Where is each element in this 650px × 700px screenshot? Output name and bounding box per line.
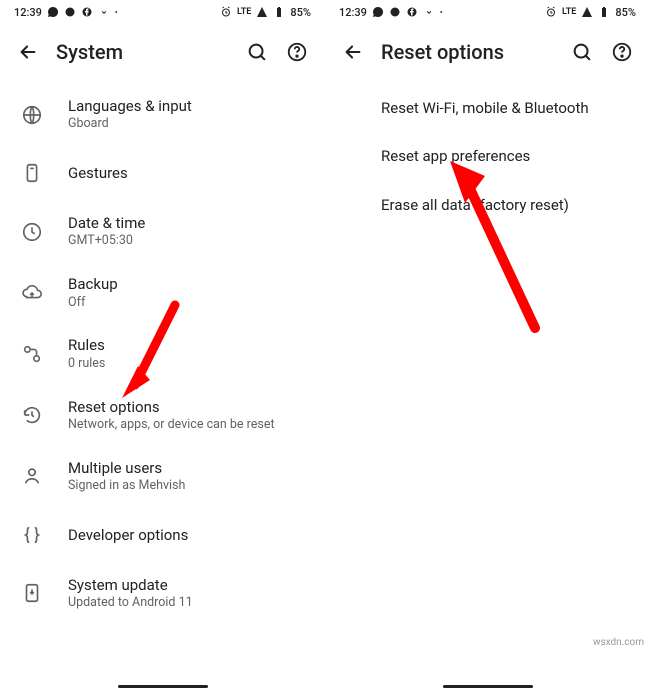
screen-reset-options: 12:39 • LTE 85% Reset options Reset Wi <box>325 0 650 700</box>
list-item-gestures[interactable]: Gestures <box>0 145 325 201</box>
list-item-reset-app-preferences[interactable]: Reset app preferences <box>325 132 650 180</box>
item-title: Developer options <box>68 525 309 545</box>
settings-list: Languages & input Gboard Gestures Date &… <box>0 80 325 672</box>
item-title: Gestures <box>68 163 309 183</box>
clock-icon <box>20 220 44 244</box>
signal-icon <box>581 6 593 18</box>
rules-icon <box>20 342 44 366</box>
list-item-rules[interactable]: Rules 0 rules <box>0 323 325 384</box>
page-title: System <box>48 40 237 64</box>
item-title: Reset app preferences <box>381 146 530 166</box>
status-battery-pct: 85% <box>615 6 636 19</box>
list-item-reset-wifi[interactable]: Reset Wi-Fi, mobile & Bluetooth <box>325 84 650 132</box>
status-battery-pct: 85% <box>290 6 311 19</box>
status-time: 12:39 <box>339 6 367 19</box>
item-title: Multiple users <box>68 458 309 478</box>
back-button[interactable] <box>333 32 373 72</box>
system-update-icon <box>20 581 44 605</box>
cloud-upload-icon <box>20 281 44 305</box>
status-bar: 12:39 • LTE 85% <box>0 0 325 24</box>
list-item-date-time[interactable]: Date & time GMT+05:30 <box>0 201 325 262</box>
item-sub: Off <box>68 295 309 312</box>
globe-icon <box>20 103 44 127</box>
item-title: System update <box>68 575 309 595</box>
download-icon <box>98 6 110 18</box>
list-item-developer-options[interactable]: Developer options <box>0 507 325 563</box>
help-button[interactable] <box>602 32 642 72</box>
item-sub: Network, apps, or device can be reset <box>68 417 309 434</box>
item-title: Erase all data (factory reset) <box>381 195 569 215</box>
back-button[interactable] <box>8 32 48 72</box>
help-button[interactable] <box>277 32 317 72</box>
nav-bar <box>0 672 325 700</box>
screen-system: 12:39 • LTE 85% System <box>0 0 325 700</box>
item-title: Reset Wi-Fi, mobile & Bluetooth <box>381 98 589 118</box>
list-item-system-update[interactable]: System update Updated to Android 11 <box>0 563 325 624</box>
nav-bar <box>325 672 650 700</box>
gesture-icon <box>20 161 44 185</box>
item-title: Languages & input <box>68 96 309 116</box>
item-sub: Signed in as Mehvish <box>68 478 309 495</box>
reset-list: Reset Wi-Fi, mobile & Bluetooth Reset ap… <box>325 80 650 672</box>
page-title: Reset options <box>373 40 562 64</box>
item-sub: 0 rules <box>68 356 309 373</box>
list-item-languages-input[interactable]: Languages & input Gboard <box>0 84 325 145</box>
whatsapp-icon <box>47 6 59 18</box>
history-icon <box>20 403 44 427</box>
item-title: Date & time <box>68 213 309 233</box>
app-bar: Reset options <box>325 24 650 80</box>
search-button[interactable] <box>562 32 602 72</box>
item-title: Rules <box>68 335 309 355</box>
item-sub: GMT+05:30 <box>68 233 309 250</box>
status-bar: 12:39 • LTE 85% <box>325 0 650 24</box>
status-more-dot: • <box>440 8 443 17</box>
messenger-icon <box>389 6 401 18</box>
item-sub: Gboard <box>68 116 309 133</box>
facebook-icon <box>81 6 93 18</box>
item-sub: Updated to Android 11 <box>68 595 309 612</box>
nav-handle[interactable] <box>118 685 208 688</box>
app-bar: System <box>0 24 325 80</box>
list-item-reset-options[interactable]: Reset options Network, apps, or device c… <box>0 385 325 446</box>
messenger-icon <box>64 6 76 18</box>
list-item-multiple-users[interactable]: Multiple users Signed in as Mehvish <box>0 446 325 507</box>
search-button[interactable] <box>237 32 277 72</box>
nav-handle[interactable] <box>443 685 533 688</box>
braces-icon <box>20 523 44 547</box>
list-item-erase-all-data[interactable]: Erase all data (factory reset) <box>325 181 650 229</box>
alarm-icon <box>220 6 232 18</box>
status-more-dot: • <box>115 8 118 17</box>
download-icon <box>423 6 435 18</box>
battery-icon <box>598 6 610 18</box>
whatsapp-icon <box>372 6 384 18</box>
status-network-label: LTE <box>562 7 576 17</box>
item-title: Reset options <box>68 397 309 417</box>
facebook-icon <box>406 6 418 18</box>
alarm-icon <box>545 6 557 18</box>
battery-icon <box>273 6 285 18</box>
user-icon <box>20 464 44 488</box>
list-item-backup[interactable]: Backup Off <box>0 262 325 323</box>
signal-icon <box>256 6 268 18</box>
status-time: 12:39 <box>14 6 42 19</box>
status-network-label: LTE <box>237 7 251 17</box>
watermark: wsxdn.com <box>593 637 644 648</box>
item-title: Backup <box>68 274 309 294</box>
